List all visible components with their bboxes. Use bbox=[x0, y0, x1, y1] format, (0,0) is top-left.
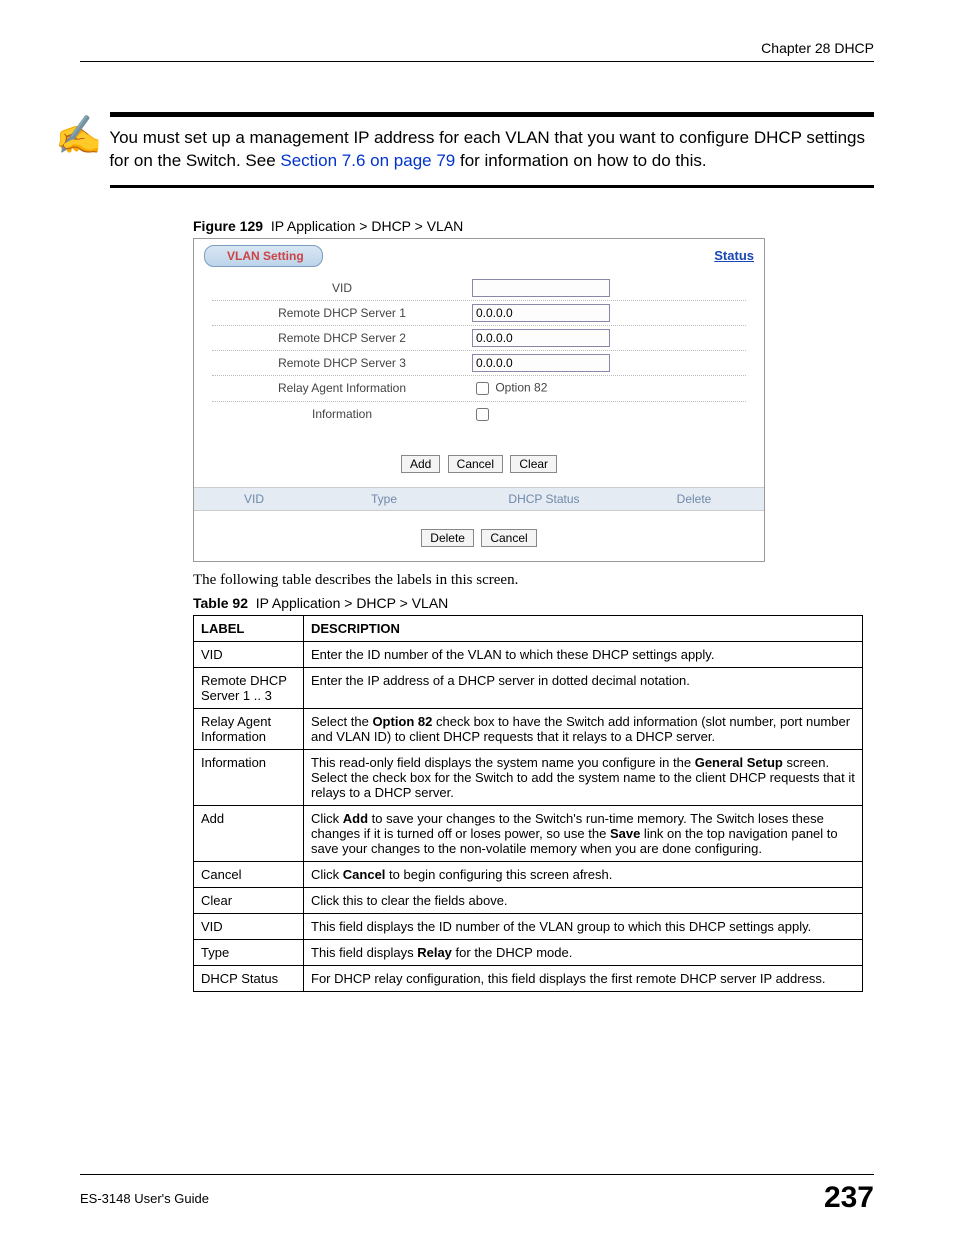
server3-input[interactable] bbox=[472, 354, 610, 372]
note-block: ✍ You must set up a management IP addres… bbox=[110, 112, 874, 188]
note-text: You must set up a management IP address … bbox=[109, 127, 874, 173]
cell-label: DHCP Status bbox=[194, 965, 304, 991]
info-label: Information bbox=[212, 407, 472, 421]
cell-label: Cancel bbox=[194, 861, 304, 887]
delete-button[interactable]: Delete bbox=[421, 529, 474, 547]
cancel2-button[interactable]: Cancel bbox=[481, 529, 536, 547]
table-caption: Table 92 IP Application > DHCP > VLAN bbox=[193, 595, 874, 611]
server1-input[interactable] bbox=[472, 304, 610, 322]
info-checkbox[interactable] bbox=[476, 408, 489, 421]
table-row: InformationThis read-only field displays… bbox=[194, 749, 863, 805]
page-footer: ES-3148 User's Guide 237 bbox=[80, 1174, 874, 1215]
cell-label: Clear bbox=[194, 887, 304, 913]
table-row: DHCP StatusFor DHCP relay configuration,… bbox=[194, 965, 863, 991]
cell-desc: For DHCP relay configuration, this field… bbox=[304, 965, 863, 991]
screenshot-panel: VLAN Setting Status VID Remote DHCP Serv… bbox=[193, 238, 765, 562]
table-row: VIDThis field displays the ID number of … bbox=[194, 913, 863, 939]
cell-label: Add bbox=[194, 805, 304, 861]
th-label: LABEL bbox=[194, 615, 304, 641]
table-row: TypeThis field displays Relay for the DH… bbox=[194, 939, 863, 965]
status-link[interactable]: Status bbox=[714, 248, 754, 263]
server3-label: Remote DHCP Server 3 bbox=[212, 356, 472, 370]
figure-text: IP Application > DHCP > VLAN bbox=[271, 218, 463, 234]
th-vid: VID bbox=[194, 492, 314, 506]
cell-desc: This field displays Relay for the DHCP m… bbox=[304, 939, 863, 965]
th-delete: Delete bbox=[634, 492, 754, 506]
th-desc: DESCRIPTION bbox=[304, 615, 863, 641]
table-row: VIDEnter the ID number of the VLAN to wh… bbox=[194, 641, 863, 667]
table-caption-text: IP Application > DHCP > VLAN bbox=[256, 595, 448, 611]
page-number: 237 bbox=[824, 1181, 874, 1215]
relay-label: Relay Agent Information bbox=[212, 381, 472, 395]
server2-input[interactable] bbox=[472, 329, 610, 347]
footer-left: ES-3148 User's Guide bbox=[80, 1191, 209, 1206]
cell-label: Relay Agent Information bbox=[194, 708, 304, 749]
cell-desc: Click Add to save your changes to the Sw… bbox=[304, 805, 863, 861]
table-row: Relay Agent InformationSelect the Option… bbox=[194, 708, 863, 749]
option82-checkbox[interactable] bbox=[476, 382, 489, 395]
cell-desc: Enter the IP address of a DHCP server in… bbox=[304, 667, 863, 708]
figure-number: Figure 129 bbox=[193, 218, 263, 234]
note-post: for information on how to do this. bbox=[455, 151, 706, 170]
cell-desc: Click this to clear the fields above. bbox=[304, 887, 863, 913]
option82-label: Option 82 bbox=[495, 381, 547, 395]
cell-label: VID bbox=[194, 913, 304, 939]
cell-desc: This read-only field displays the system… bbox=[304, 749, 863, 805]
cell-label: Remote DHCP Server 1 .. 3 bbox=[194, 667, 304, 708]
table-row: CancelClick Cancel to begin configuring … bbox=[194, 861, 863, 887]
cell-desc: This field displays the ID number of the… bbox=[304, 913, 863, 939]
vid-input[interactable] bbox=[472, 279, 610, 297]
cell-label: Type bbox=[194, 939, 304, 965]
table-row: AddClick Add to save your changes to the… bbox=[194, 805, 863, 861]
table-intro: The following table describes the labels… bbox=[193, 572, 874, 589]
cell-label: VID bbox=[194, 641, 304, 667]
vid-label: VID bbox=[212, 281, 472, 295]
cell-desc: Select the Option 82 check box to have t… bbox=[304, 708, 863, 749]
cell-desc: Enter the ID number of the VLAN to which… bbox=[304, 641, 863, 667]
th-dhcp-status: DHCP Status bbox=[454, 492, 634, 506]
cell-label: Information bbox=[194, 749, 304, 805]
clear-button[interactable]: Clear bbox=[510, 455, 557, 473]
server1-label: Remote DHCP Server 1 bbox=[212, 306, 472, 320]
th-type: Type bbox=[314, 492, 454, 506]
figure-caption: Figure 129 IP Application > DHCP > VLAN bbox=[193, 218, 874, 234]
cell-desc: Click Cancel to begin configuring this s… bbox=[304, 861, 863, 887]
chapter-header: Chapter 28 DHCP bbox=[80, 40, 874, 62]
description-table: LABEL DESCRIPTION VIDEnter the ID number… bbox=[193, 615, 863, 992]
table-number: Table 92 bbox=[193, 595, 248, 611]
table-row: ClearClick this to clear the fields abov… bbox=[194, 887, 863, 913]
note-hand-icon: ✍ bbox=[55, 117, 102, 155]
panel-tab: VLAN Setting bbox=[204, 245, 323, 267]
server2-label: Remote DHCP Server 2 bbox=[212, 331, 472, 345]
table-row: Remote DHCP Server 1 .. 3Enter the IP ad… bbox=[194, 667, 863, 708]
cancel-button[interactable]: Cancel bbox=[448, 455, 503, 473]
add-button[interactable]: Add bbox=[401, 455, 440, 473]
note-link[interactable]: Section 7.6 on page 79 bbox=[280, 151, 455, 170]
